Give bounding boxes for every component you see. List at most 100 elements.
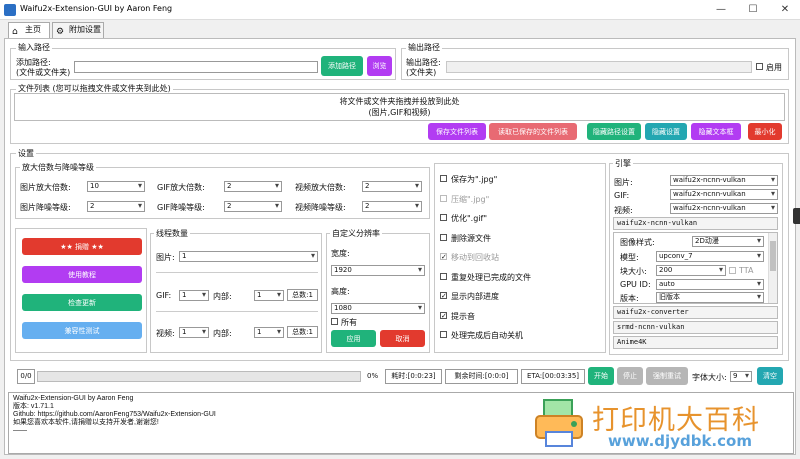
option-checkbox[interactable] — [440, 233, 447, 241]
minimize-app-button[interactable]: 最小化 — [748, 123, 782, 140]
option-label: 移动到回收站 — [451, 253, 499, 262]
style-select[interactable]: 2D动漫 — [692, 236, 764, 247]
close-button[interactable]: ✕ — [770, 2, 800, 18]
tile-size-spinbox[interactable]: 200 — [656, 265, 726, 276]
engine-scrollbar[interactable] — [768, 233, 777, 303]
gear-icon: ⚙ — [56, 27, 65, 37]
eta-time: ETA:[00:03:35] — [521, 369, 585, 384]
scrollbar-thumb[interactable] — [770, 241, 776, 271]
engine-title: 引擎 — [613, 158, 633, 169]
option-label: 优化".gif" — [451, 214, 488, 223]
engine-section-waifu2x-ncnn[interactable]: waifu2x-ncnn-vulkan — [613, 217, 778, 230]
progress-count: 0/0 — [17, 369, 35, 384]
font-size-spinbox[interactable]: 9 — [730, 371, 752, 382]
output-enable-label: 启用 — [766, 63, 782, 72]
all-label: 所有 — [341, 318, 357, 327]
width-spinbox[interactable]: 1920 — [331, 265, 425, 276]
side-handle[interactable] — [793, 208, 800, 224]
video-noise-spinbox[interactable]: 2 — [362, 201, 422, 212]
output-enable-checkbox[interactable] — [756, 63, 763, 70]
gif-scale-spinbox[interactable]: 2 — [224, 181, 282, 192]
thread-video-spinbox[interactable]: 1 — [179, 327, 209, 338]
engine-video-select[interactable]: waifu2x-ncnn-vulkan — [670, 203, 778, 214]
watermark-url: www.djydbk.com — [608, 432, 752, 450]
hide-textbox-button[interactable]: 隐藏文本框 — [691, 123, 741, 140]
input-path-title: 输入路径 — [16, 42, 52, 53]
style-label: 图像样式: — [620, 238, 655, 247]
option-checkbox[interactable] — [440, 253, 447, 260]
engine-gif-select[interactable]: waifu2x-ncnn-vulkan — [670, 189, 778, 200]
option-label: 提示音 — [451, 311, 475, 321]
engine-section-anime4k[interactable]: Anime4K — [613, 336, 778, 349]
start-button[interactable]: 开始 — [588, 367, 614, 385]
drop-hint-line1: 将文件或文件夹拖拽并投放到此处 — [339, 97, 460, 106]
check-update-button[interactable]: 检查更新 — [22, 294, 142, 311]
thread-gif-spinbox[interactable]: 1 — [179, 290, 209, 301]
compatibility-test-button[interactable]: 兼容性测试 — [22, 322, 142, 339]
hide-settings-button[interactable]: 隐藏设置 — [645, 123, 687, 140]
engine-section-waifu2x-converter[interactable]: waifu2x-converter — [613, 306, 778, 319]
all-checkbox[interactable] — [331, 318, 338, 325]
option-checkbox[interactable] — [440, 311, 447, 319]
version-label: 版本: — [620, 294, 639, 303]
option-checkbox[interactable] — [440, 175, 447, 182]
model-select[interactable]: upconv_7 — [656, 251, 764, 262]
load-file-list-button[interactable]: 读取已保存的文件列表 — [489, 123, 577, 140]
donate-button[interactable]: ★★ 捐赠 ★★ — [22, 238, 142, 255]
gpu-id-select[interactable]: auto — [656, 279, 764, 290]
tta-checkbox[interactable] — [729, 267, 736, 274]
thread-video-total: 总数:1 — [287, 326, 318, 338]
thread-gif-inner-label: 内部: — [213, 292, 232, 301]
drop-hint-line2: (图片,GIF和视频) — [368, 108, 431, 117]
img-scale-spinbox[interactable]: 10 — [87, 181, 145, 192]
output-path-field[interactable] — [446, 61, 752, 73]
engine-img-select[interactable]: waifu2x-ncnn-vulkan — [670, 175, 778, 186]
input-path-field[interactable] — [74, 61, 318, 73]
gif-noise-spinbox[interactable]: 2 — [224, 201, 282, 212]
add-path-hint: (文件或文件夹) — [16, 68, 71, 77]
thread-gif-inner-spinbox[interactable]: 1 — [254, 290, 284, 301]
clear-button[interactable]: 清空 — [757, 367, 783, 385]
option-checkbox[interactable] — [440, 292, 447, 299]
remaining-time: 剩余时间:[0:0:0] — [445, 369, 518, 384]
option-label: 显示内部进度 — [451, 292, 499, 301]
tutorial-button[interactable]: 使用教程 — [22, 266, 142, 283]
pause-button[interactable]: 停止 — [617, 367, 643, 385]
add-path-button[interactable]: 添加路径 — [321, 56, 363, 76]
browse-button[interactable]: 浏览 — [367, 56, 392, 76]
version-select[interactable]: 旧版本 — [656, 292, 764, 303]
thread-video-inner-spinbox[interactable]: 1 — [254, 327, 284, 338]
thread-divider — [156, 272, 318, 273]
app-icon — [4, 4, 16, 16]
threads-title: 线程数量 — [154, 228, 190, 239]
engine-section-srmd[interactable]: srmd-ncnn-vulkan — [613, 321, 778, 334]
cancel-button[interactable]: 取消 — [380, 330, 425, 347]
window-title: Waifu2x-Extension-GUI by Aaron Feng — [20, 4, 173, 13]
option-checkbox[interactable] — [440, 214, 447, 221]
thread-img-label: 图片: — [156, 253, 175, 262]
option-label: 删除源文件 — [451, 233, 491, 243]
option-checkbox[interactable] — [440, 194, 447, 202]
minimize-button[interactable]: — — [706, 2, 736, 18]
output-path-title: 输出路径 — [406, 42, 442, 53]
hide-path-settings-button[interactable]: 隐藏路径设置 — [587, 123, 641, 140]
model-label: 模型: — [620, 253, 639, 262]
video-scale-spinbox[interactable]: 2 — [362, 181, 422, 192]
elapsed-time: 耗时:[0:0:23] — [385, 369, 442, 384]
maximize-button[interactable]: ☐ — [738, 2, 768, 18]
img-noise-spinbox[interactable]: 2 — [87, 201, 145, 212]
file-drop-area[interactable]: 将文件或文件夹拖拽并投放到此处 (图片,GIF和视频) — [14, 93, 785, 121]
tab-additional-settings[interactable]: ⚙ 附加设置 — [52, 22, 104, 38]
option-checkbox[interactable] — [440, 331, 447, 338]
force-retry-button[interactable]: 强制重试 — [646, 367, 688, 385]
option-checkbox[interactable] — [440, 272, 447, 280]
font-size-label: 字体大小: — [692, 373, 727, 382]
apply-button[interactable]: 应用 — [331, 330, 376, 347]
thread-img-spinbox[interactable]: 1 — [179, 251, 318, 262]
height-spinbox[interactable]: 1080 — [331, 303, 425, 314]
scale-title: 放大倍数与降噪等级 — [20, 162, 96, 173]
gif-noise-label: GIF降噪等级: — [157, 203, 205, 212]
save-file-list-button[interactable]: 保存文件列表 — [428, 123, 486, 140]
tab-home[interactable]: ⌂ 主页 — [8, 22, 50, 38]
settings-title: 设置 — [16, 148, 36, 159]
